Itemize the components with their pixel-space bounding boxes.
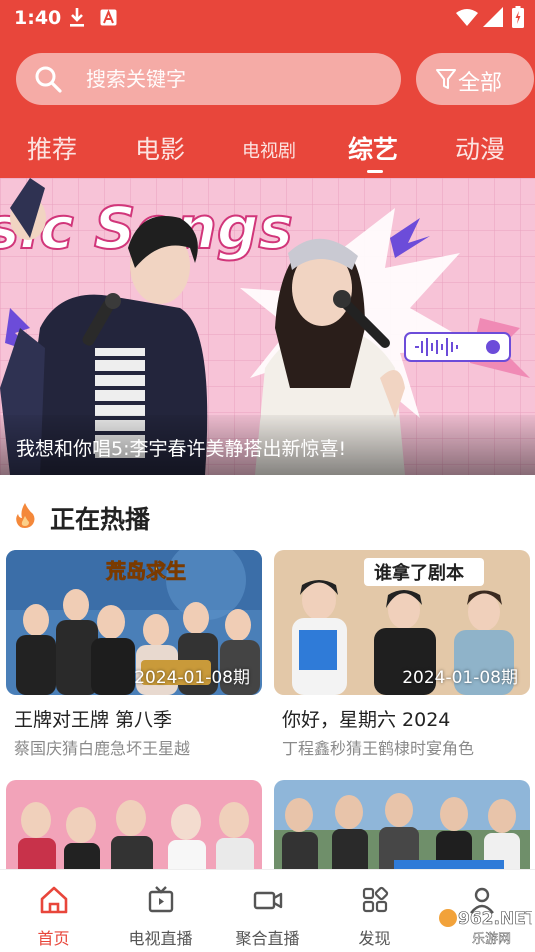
nav-aggregate-live-label: 聚合直播	[235, 929, 300, 948]
home-icon	[40, 886, 68, 914]
nav-discover[interactable]: 发现	[321, 870, 428, 952]
show-thumbnail: 荒岛求生 2024-01-08期	[6, 550, 262, 695]
show-title: 你好，星期六 2024	[282, 709, 451, 731]
show-card[interactable]: 谁拿了剧本 2024-01-08期 你好，星期六 2024 丁程鑫秒猜王鹤棣时宴…	[274, 550, 530, 760]
watermark-sub: 乐游网	[472, 932, 511, 947]
nav-aggregate-live[interactable]: 聚合直播	[214, 870, 321, 952]
show-subtitle: 蔡国庆猜白鹿急坏王星越	[14, 739, 191, 758]
episode-date: 2024-01-08期	[402, 668, 518, 688]
section-title: 正在热播	[50, 505, 151, 534]
tab-active-indicator	[367, 170, 383, 173]
nav-tv-live-label: 电视直播	[128, 929, 193, 948]
tab-recommend[interactable]: 推荐	[27, 130, 77, 166]
download-icon	[70, 8, 84, 27]
nav-discover-label: 发现	[358, 929, 391, 948]
site-watermark: 962.NET 乐游网	[439, 909, 532, 947]
featured-banner[interactable]: sic Songs 我想和你唱5:李宇春许美静搭出新惊喜!	[0, 178, 535, 475]
show-card[interactable]	[6, 780, 262, 869]
grid-icon	[362, 886, 389, 913]
thumbnail-art-text: 谁拿了剧本	[374, 562, 464, 584]
status-bar: 1:40	[0, 0, 535, 36]
tab-movie[interactable]: 电影	[135, 130, 185, 166]
tab-variety[interactable]: 综艺	[348, 130, 398, 166]
tab-anime[interactable]: 动漫	[455, 130, 505, 166]
watermark-text: 962.NET	[458, 909, 532, 929]
battery-icon	[512, 6, 524, 28]
tv-icon	[148, 886, 174, 913]
show-thumbnail: 谁拿了剧本 2024-01-08期	[274, 550, 530, 695]
status-time: 1:40	[14, 7, 62, 29]
search-bar[interactable]	[16, 53, 401, 105]
nav-tv-live[interactable]: 电视直播	[107, 870, 214, 952]
episode-date: 2024-01-08期	[134, 668, 250, 688]
show-thumbnail	[6, 780, 262, 869]
app-header: 1:40 全部 推荐 电影	[0, 0, 535, 178]
filter-button[interactable]: 全部	[416, 53, 534, 105]
filter-label: 全部	[458, 71, 503, 96]
app-notification-icon	[100, 9, 117, 26]
show-thumbnail	[274, 780, 530, 869]
tab-tv-series[interactable]: 电视剧	[242, 137, 296, 163]
nav-home-label: 首页	[37, 929, 70, 948]
nav-home[interactable]: 首页	[0, 870, 107, 952]
wifi-icon	[456, 9, 478, 26]
show-card[interactable]: 荒岛求生 2024-01-08期 王牌对王牌 第八季 蔡国庆猜白鹿急坏王星越	[6, 550, 262, 760]
show-title: 王牌对王牌 第八季	[14, 709, 173, 731]
search-input[interactable]	[86, 53, 386, 105]
show-card[interactable]	[274, 780, 530, 869]
filter-icon	[436, 69, 456, 89]
fire-icon	[16, 503, 35, 528]
banner-caption: 我想和你唱5:李宇春许美静搭出新惊喜!	[16, 438, 347, 460]
show-subtitle: 丁程鑫秒猜王鹤棣时宴角色	[282, 739, 475, 758]
section-header-hot: 正在热播	[0, 496, 535, 536]
search-icon	[35, 66, 62, 93]
thumbnail-art-text: 荒岛求生	[106, 559, 186, 583]
signal-icon	[483, 7, 503, 27]
video-camera-icon	[253, 891, 283, 910]
